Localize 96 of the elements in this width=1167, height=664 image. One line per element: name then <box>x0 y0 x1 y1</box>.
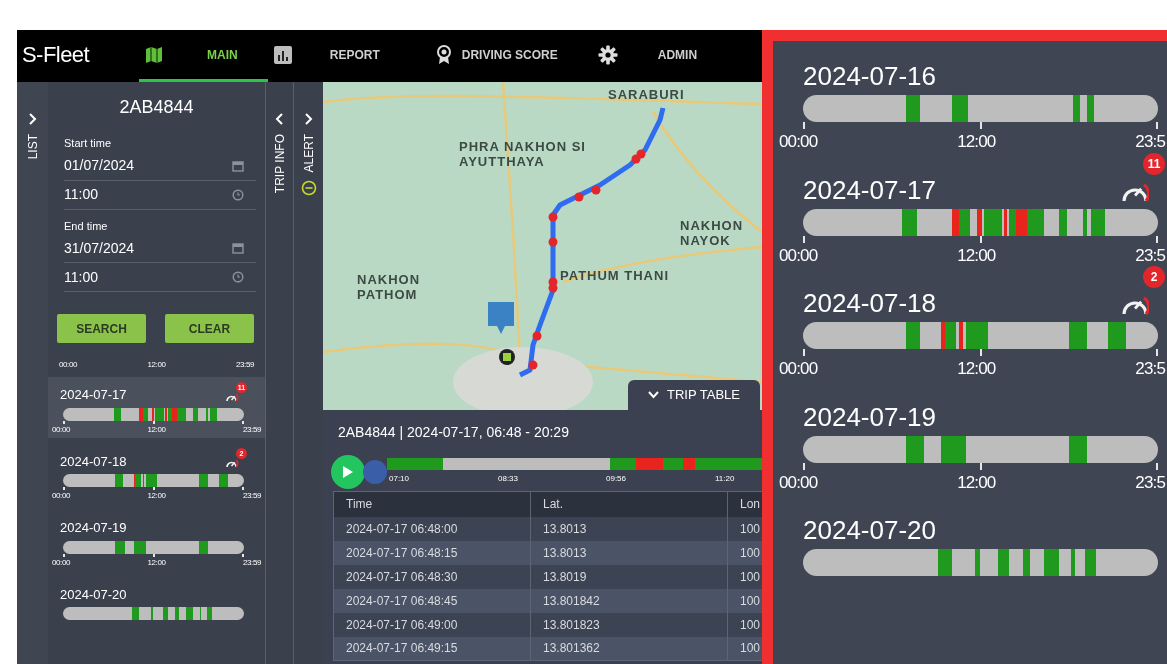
calendar-icon <box>232 242 244 254</box>
time-tick-label: 09:56 <box>606 473 627 485</box>
table-cell: 13.8013 <box>530 540 728 565</box>
axis-label: 12:00 <box>957 244 996 267</box>
bar-chart-icon <box>273 45 292 64</box>
map-place-label: PATHUM THANI <box>560 268 670 283</box>
table-cell: 2024-07-17 06:48:45 <box>333 588 531 613</box>
axis-label: 23:5 <box>1135 131 1165 153</box>
axis-label: 00:00 <box>779 358 818 380</box>
table-cell: 13.801362 <box>530 636 728 661</box>
chevron-down-icon <box>648 391 659 399</box>
table-cell: 13.8013 <box>530 516 728 541</box>
time-tick-label: 08:33 <box>498 473 519 485</box>
vehicle-plate: 2AB4844 <box>118 96 195 119</box>
table-cell: 2024-07-17 06:48:00 <box>333 516 531 541</box>
side-panel-tab[interactable]: TRIP INFO <box>270 112 289 194</box>
column-header: Time <box>333 491 531 517</box>
map-icon <box>145 45 164 64</box>
calendar-icon <box>232 159 244 172</box>
search-button[interactable]: SEARCH <box>57 314 146 343</box>
date-field[interactable]: 01/07/2024 <box>64 155 204 176</box>
map-place-label: NAKHON PATHOM <box>357 272 422 302</box>
axis-label: 12:00 <box>147 359 166 371</box>
day-date: 2024-07-17 <box>60 386 127 404</box>
playback-handle[interactable] <box>363 460 387 484</box>
location-pin-icon <box>486 300 516 336</box>
table-cell: 13.801823 <box>530 612 728 637</box>
axis-label: 00:00 <box>779 244 818 267</box>
alert-count-badge: 11 <box>1143 152 1165 175</box>
clock-icon <box>232 271 244 283</box>
app-logo: S-Fleet <box>22 40 90 69</box>
axis-label: 23:59 <box>242 490 261 502</box>
column-header: Lat. <box>530 491 728 517</box>
day-timeline-item[interactable]: 2024-07-19 00:00 12:00 23:59 <box>48 510 265 571</box>
clock-icon <box>232 188 244 201</box>
side-panel-tab[interactable]: LIST <box>23 112 42 160</box>
time-tick-label: 07:10 <box>389 473 410 485</box>
chevron-right-icon <box>303 112 314 126</box>
nav-tab[interactable]: ADMIN <box>577 30 698 82</box>
table-cell: 2024-07-17 06:48:30 <box>333 564 531 589</box>
map-place-label: PHRA NAKHON SI AYUTTHAYA <box>459 139 587 169</box>
table-cell: 2024-07-17 06:48:15 <box>333 540 531 565</box>
day-timeline-item[interactable]: 2024-07-20 <box>48 576 265 622</box>
day-date: 2024-07-17 <box>803 174 936 205</box>
table-cell: 13.801842 <box>530 588 728 613</box>
axis-label: 12:00 <box>957 131 996 153</box>
nav-tab[interactable]: DRIVING SCORE <box>435 30 578 82</box>
trip-table-tab[interactable]: TRIP TABLE <box>628 380 760 410</box>
axis-label: 23:5 <box>1135 244 1165 267</box>
play-button[interactable] <box>331 455 365 489</box>
day-date: 2024-07-20 <box>60 585 127 604</box>
map-place-label: NAKHON NAYOK <box>680 218 745 248</box>
vehicle-icon <box>498 346 516 368</box>
axis-label: 23:59 <box>242 423 261 436</box>
axis-label: 12:00 <box>147 490 166 502</box>
axis-label: 12:00 <box>957 471 996 494</box>
day-date: 2024-07-18 <box>803 288 936 318</box>
day-date: 2024-07-18 <box>60 452 127 471</box>
day-date: 2024-07-20 <box>803 515 936 545</box>
axis-label: 00:00 <box>52 423 71 436</box>
day-date: 2024-07-19 <box>60 519 127 537</box>
axis-label: 23:59 <box>235 359 254 371</box>
play-icon <box>342 465 354 479</box>
clear-button[interactable]: CLEAR <box>165 314 254 343</box>
award-ribbon-icon <box>435 44 452 65</box>
table-cell: 2024-07-17 06:49:00 <box>333 612 531 637</box>
day-date: 2024-07-16 <box>803 61 936 91</box>
date-field[interactable]: 31/07/2024 <box>64 237 204 259</box>
field-label: Start time <box>63 136 113 151</box>
axis-label: 00:00 <box>52 556 71 569</box>
time-tick-label: 11:20 <box>715 473 735 485</box>
axis-label: 23:5 <box>1135 358 1165 380</box>
chevron-right-icon <box>27 112 38 126</box>
axis-label: 23:59 <box>242 556 261 569</box>
axis-label: 00:00 <box>779 471 818 494</box>
map[interactable]: SARABURI PHRA NAKHON SI AYUTTHAYA NAKHON NAYOK NAKHON PATHOM PATHUM THANI TRIP TABLE <box>323 82 762 410</box>
chevron-left-icon <box>274 112 285 126</box>
axis-label: 00:00 <box>779 131 818 153</box>
map-place-label: SARABURI <box>608 87 686 102</box>
time-field[interactable]: 11:00 <box>64 266 204 288</box>
axis-label: 12:00 <box>147 423 166 436</box>
nav-tab[interactable]: REPORT <box>267 30 436 82</box>
field-label: End time <box>63 218 109 234</box>
side-panel-tab[interactable]: ALERT <box>299 112 318 197</box>
time-field[interactable]: 11:00 <box>64 184 204 205</box>
axis-label: 00:00 <box>59 359 78 371</box>
axis-label: 12:00 <box>147 556 166 569</box>
axis-label: 23:5 <box>1135 471 1165 494</box>
alert-count-badge: 2 <box>1143 266 1165 288</box>
axis-label: 00:00 <box>52 490 71 502</box>
table-cell: 13.8019 <box>530 564 728 589</box>
trip-title: 2AB4844 | 2024-07-17, 06:48 - 20:29 <box>337 423 570 442</box>
alert-icon <box>300 180 317 197</box>
axis-label: 12:00 <box>957 358 996 380</box>
table-cell: 2024-07-17 06:49:15 <box>333 636 531 661</box>
day-date: 2024-07-19 <box>803 401 936 432</box>
